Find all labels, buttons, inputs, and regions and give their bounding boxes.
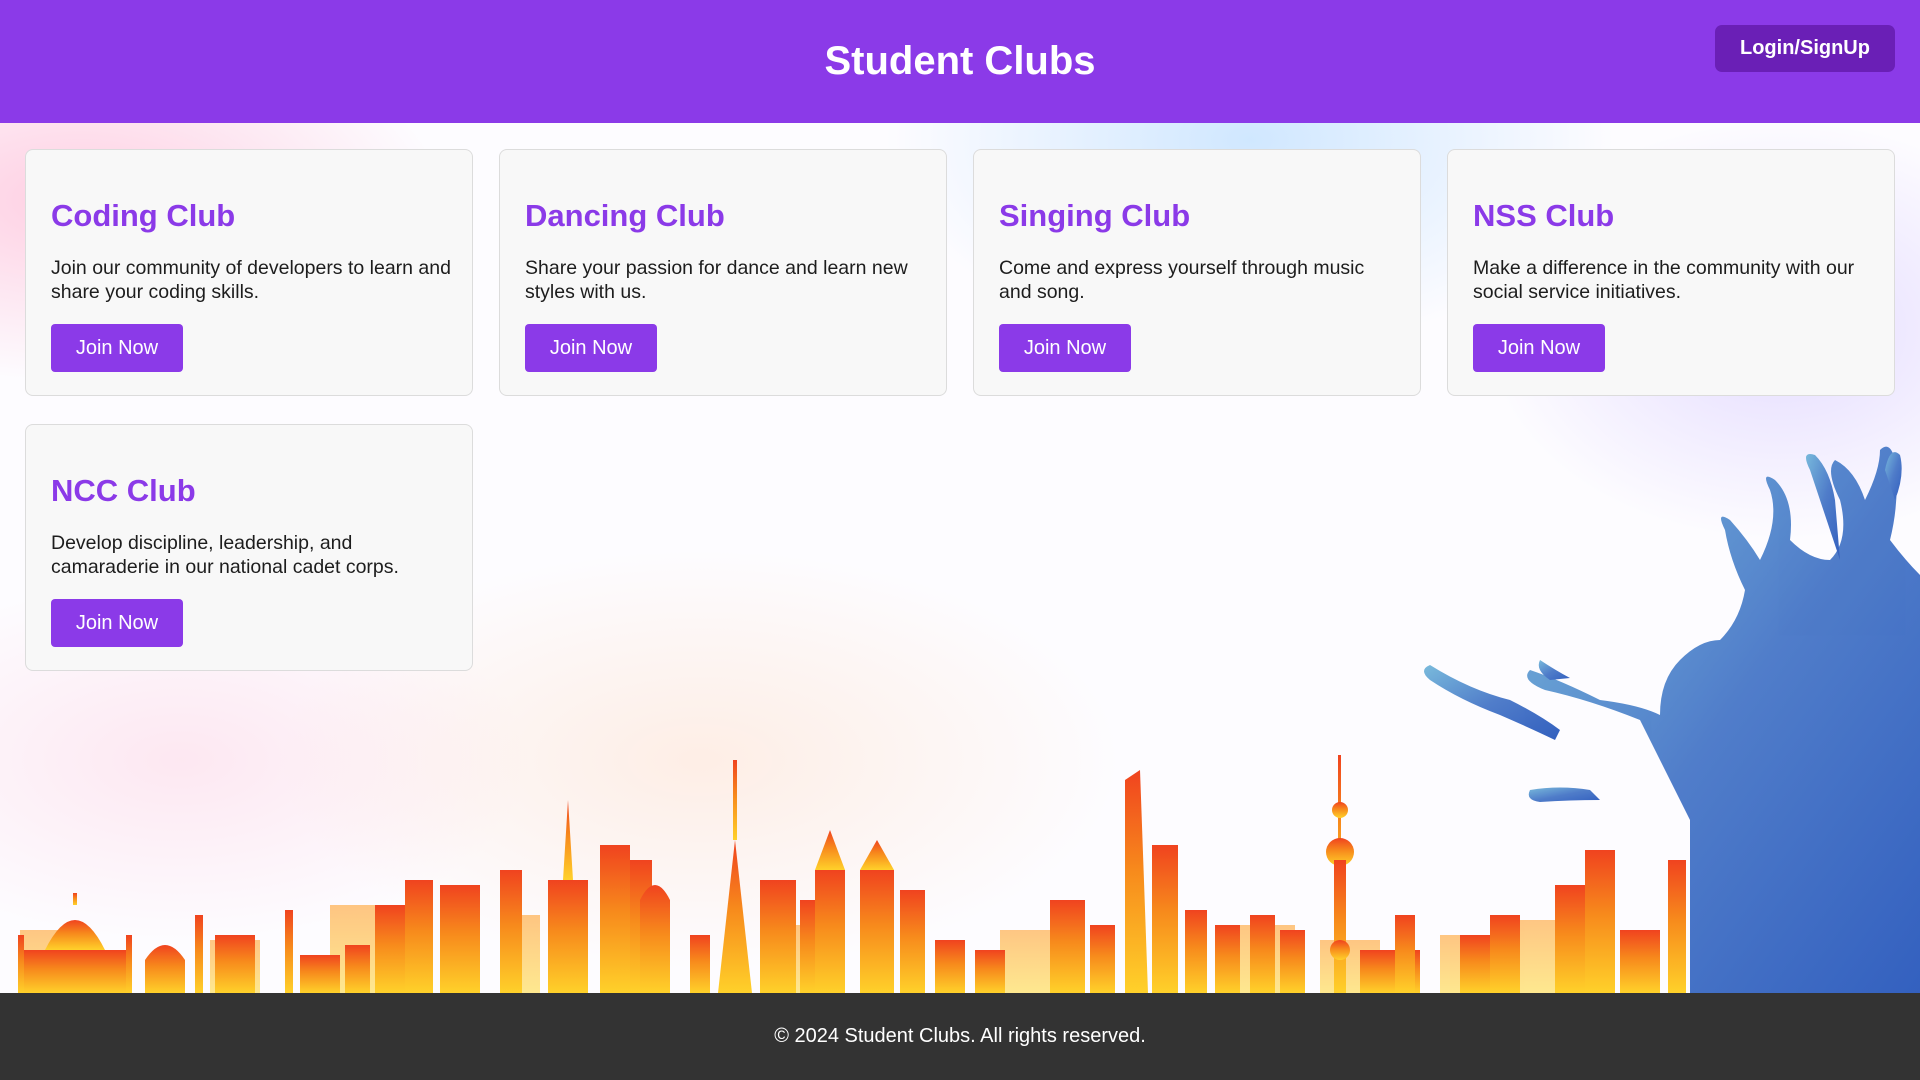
- club-title: NSS Club: [1473, 198, 1615, 233]
- club-card-singing: Singing Club Come and express yourself t…: [973, 149, 1421, 396]
- join-now-button[interactable]: Join Now: [1473, 324, 1605, 372]
- join-now-button[interactable]: Join Now: [999, 324, 1131, 372]
- site-footer: © 2024 Student Clubs. All rights reserve…: [0, 993, 1920, 1080]
- club-card-coding: Coding Club Join our community of develo…: [25, 149, 473, 396]
- join-now-button[interactable]: Join Now: [51, 599, 183, 647]
- club-card-dancing: Dancing Club Share your passion for danc…: [499, 149, 947, 396]
- club-description: Join our community of developers to lear…: [51, 257, 451, 303]
- club-description: Share your passion for dance and learn n…: [525, 257, 908, 303]
- join-now-button[interactable]: Join Now: [525, 324, 657, 372]
- club-title: NCC Club: [51, 473, 196, 508]
- club-title: Dancing Club: [525, 198, 725, 233]
- club-description: Come and express yourself through music …: [999, 257, 1365, 303]
- club-card-nss: NSS Club Make a difference in the commun…: [1447, 149, 1895, 396]
- join-now-button[interactable]: Join Now: [51, 324, 183, 372]
- club-card-ncc: NCC Club Develop discipline, leadership,…: [25, 424, 473, 671]
- login-signup-button[interactable]: Login/SignUp: [1715, 25, 1895, 72]
- site-header: Student Clubs Login/SignUp: [0, 0, 1920, 123]
- page-title: Student Clubs: [824, 39, 1096, 83]
- club-description: Make a difference in the community with …: [1473, 257, 1855, 303]
- club-title: Coding Club: [51, 198, 236, 233]
- club-title: Singing Club: [999, 198, 1191, 233]
- club-description: Develop discipline, leadership, and cama…: [51, 532, 399, 578]
- copyright-text: © 2024 Student Clubs. All rights reserve…: [774, 1025, 1146, 1047]
